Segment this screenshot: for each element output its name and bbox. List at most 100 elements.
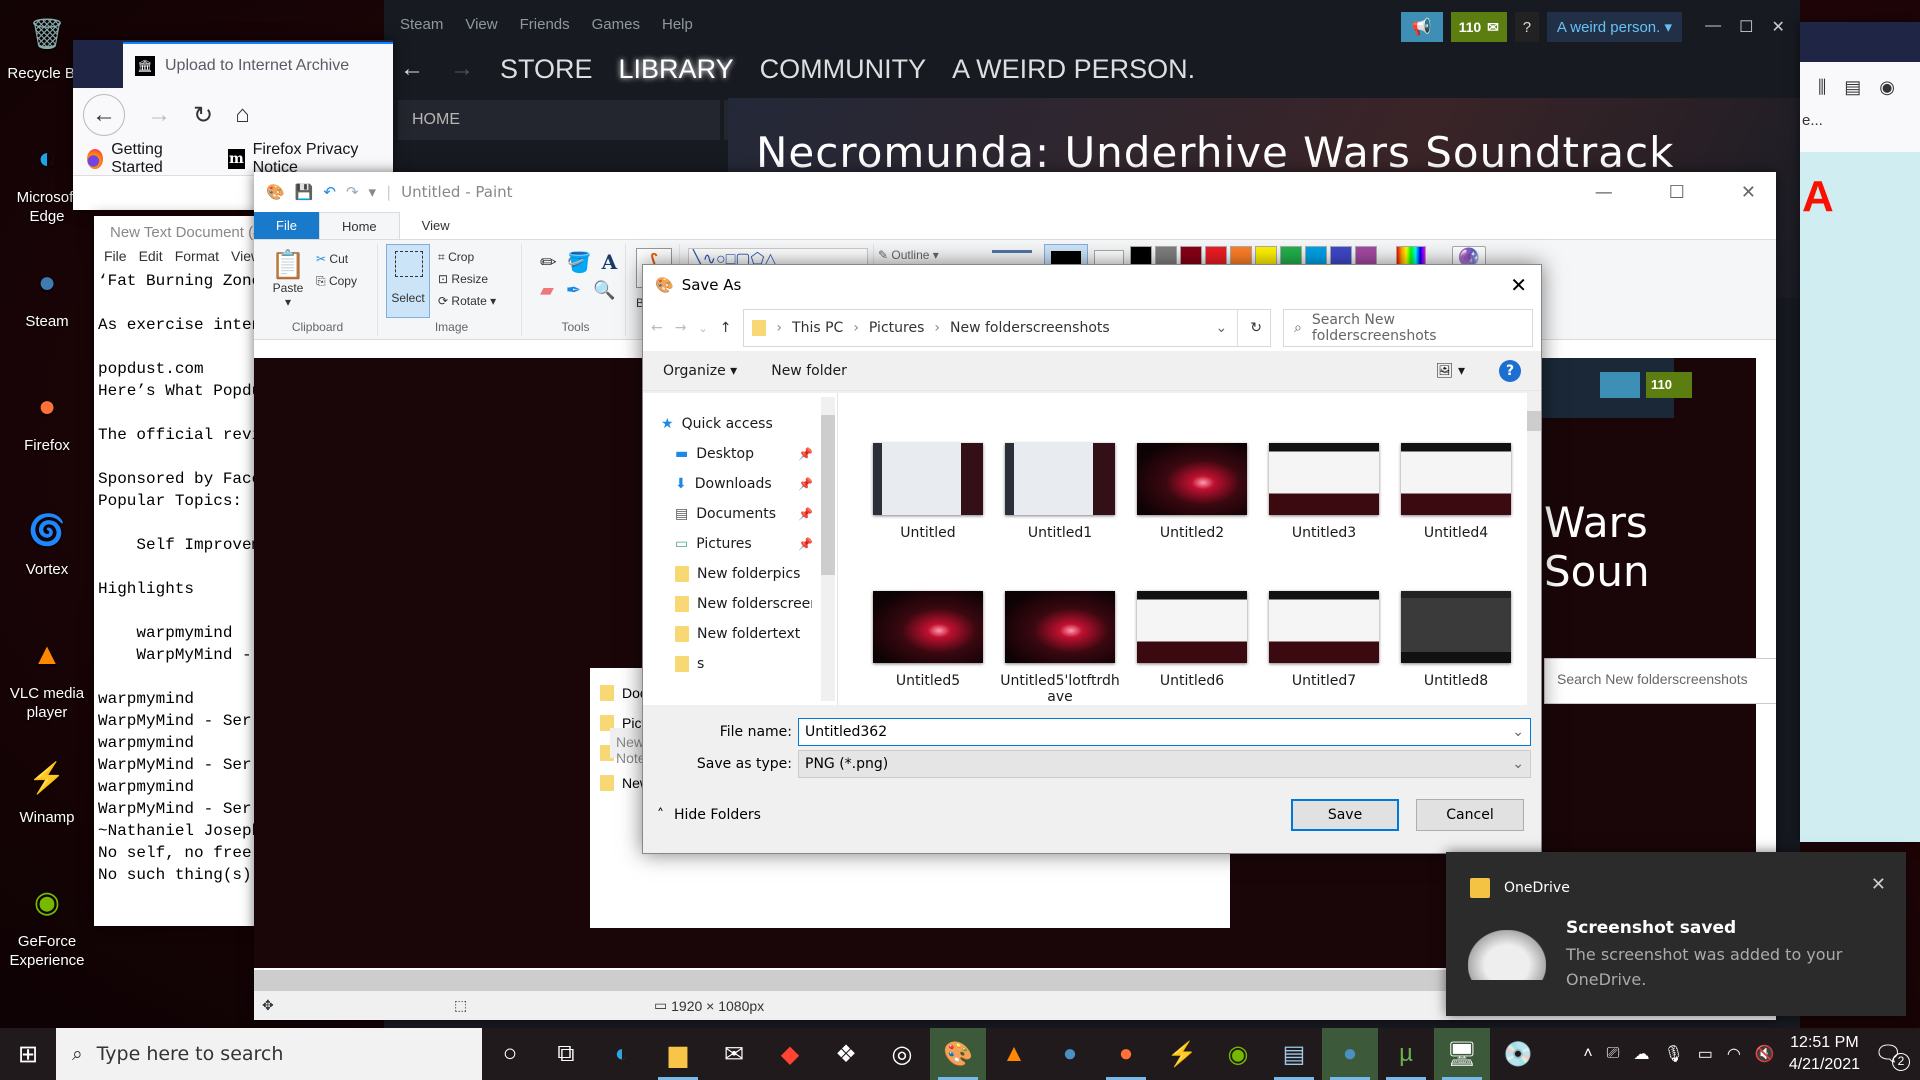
taskbar-steam-active[interactable]: ●	[1322, 1028, 1378, 1080]
back-icon[interactable]: ←	[400, 55, 424, 83]
desktop-icon-winamp[interactable]: ⚡ Winamp	[2, 752, 92, 827]
notepad-text[interactable]: ‘Fat Burning Zone As exercise intensity …	[94, 270, 264, 886]
sidebar-icon[interactable]: ▤	[1844, 77, 1861, 98]
magnifier-icon[interactable]: 🔍	[593, 280, 615, 301]
file-item[interactable]: Untitled	[862, 443, 994, 591]
eraser-icon[interactable]: ▰	[540, 280, 554, 301]
select-button[interactable]: Select	[386, 244, 430, 318]
close-icon[interactable]: ✕	[1741, 182, 1756, 203]
file-scrollbar[interactable]	[1527, 393, 1541, 705]
organize-button[interactable]: Organize ▾	[663, 363, 737, 379]
desktop-icon-steam[interactable]: ● Steam	[2, 256, 92, 331]
search-input[interactable]: ⌕ Search New folderscreenshots	[1283, 309, 1533, 347]
menu-file[interactable]: File	[104, 248, 127, 270]
undo-icon[interactable]: ↶	[323, 183, 336, 201]
taskbar-steam[interactable]: ●	[1042, 1028, 1098, 1080]
volume-muted-icon[interactable]: 🔇	[1755, 1044, 1775, 1064]
tab-home[interactable]: Home	[318, 212, 400, 239]
back-button[interactable]: ←	[83, 94, 125, 136]
save-button[interactable]: Save	[1291, 799, 1399, 831]
taskbar-setup2[interactable]: 💿	[1490, 1028, 1546, 1080]
library-icon[interactable]: ⫼	[1818, 77, 1826, 98]
pencil-icon[interactable]: ✏	[540, 250, 557, 275]
taskbar-utorrent[interactable]: µ	[1378, 1028, 1434, 1080]
copy-button[interactable]: ⎘ Copy	[316, 274, 357, 289]
fill-icon[interactable]: 🪣	[567, 250, 592, 275]
cut-button[interactable]: ✂ Cut	[316, 252, 348, 266]
taskbar-vlc[interactable]: ▲	[986, 1028, 1042, 1080]
address-dropdown-icon[interactable]: ⌄	[1216, 320, 1228, 336]
close-icon[interactable]: ✕	[1771, 17, 1784, 37]
taskbar-search[interactable]: ⌕ Type here to search	[56, 1028, 482, 1080]
redo-icon[interactable]: ↷	[346, 183, 359, 201]
steam-menu-games[interactable]: Games	[592, 16, 640, 33]
nav-item-s[interactable]: s	[643, 649, 837, 679]
task-view-button[interactable]: ⧉	[538, 1028, 594, 1080]
outline-button[interactable]: ✎ Outline ▾	[878, 248, 939, 262]
forward-icon[interactable]: →	[675, 320, 687, 336]
nav-item-desktop[interactable]: ▬ Desktop 📌	[643, 439, 837, 469]
crumb-pictures[interactable]: Pictures	[869, 320, 924, 336]
taskbar-paint[interactable]: 🎨	[930, 1028, 986, 1080]
minimize-icon[interactable]: —	[1705, 17, 1721, 37]
help-icon[interactable]: ?	[1499, 359, 1521, 382]
nav-item-new-folderpics[interactable]: New folderpics	[643, 559, 837, 589]
clock[interactable]: 12:51 PM 4/21/2021	[1789, 1032, 1860, 1076]
notifications-button[interactable]: 110 ✉	[1450, 12, 1507, 42]
nav-profile[interactable]: A WEIRD PERSON.	[952, 54, 1195, 85]
user-menu[interactable]: A weird person. ▾	[1546, 12, 1682, 42]
steam-menu-help[interactable]: Help	[662, 16, 693, 33]
nav-item-new-folderscreenshots[interactable]: New folderscreenshots	[643, 589, 837, 619]
desktop-icon-vortex[interactable]: 🌀 Vortex	[2, 504, 92, 579]
close-icon[interactable]: ✕	[1510, 273, 1541, 297]
back-icon[interactable]: ←	[651, 320, 663, 336]
nav-item-pictures[interactable]: ▭ Pictures 📌	[643, 529, 837, 559]
file-name-input[interactable]: Untitled362 ⌄	[798, 718, 1531, 746]
save-type-select[interactable]: PNG (*.png) ⌄	[798, 750, 1531, 778]
battery-icon[interactable]: ▭	[1698, 1044, 1713, 1064]
account-icon[interactable]: ◉	[1879, 77, 1895, 98]
recent-dropdown-icon[interactable]: ⌄	[698, 322, 707, 335]
taskbar-winamp[interactable]: ⚡	[1154, 1028, 1210, 1080]
address-bar[interactable]: › This PC › Pictures › New folderscreenshot…	[743, 309, 1271, 347]
action-center-button[interactable]: 🗨 2	[1874, 1041, 1910, 1071]
nav-store[interactable]: STORE	[500, 54, 593, 85]
up-icon[interactable]: ↑	[720, 320, 732, 336]
desktop-icon-firefox[interactable]: ● Firefox	[2, 380, 92, 455]
home-button[interactable]: ⌂	[235, 101, 250, 129]
nav-item-new-foldertext[interactable]: New foldertext	[643, 619, 837, 649]
steam-menu-view[interactable]: View	[465, 16, 497, 33]
wifi-icon[interactable]: ◠	[1727, 1044, 1741, 1064]
crumb-current-folder[interactable]: New folderscreenshots	[950, 320, 1110, 336]
nav-community[interactable]: COMMUNITY	[760, 54, 926, 85]
nav-library[interactable]: LIBRARY	[619, 54, 734, 85]
menu-format[interactable]: Format	[175, 248, 219, 270]
taskbar-dropbox[interactable]: ❖	[818, 1028, 874, 1080]
cortana-button[interactable]: ○	[482, 1028, 538, 1080]
taskbar-file-explorer[interactable]: ▆	[650, 1028, 706, 1080]
cancel-button[interactable]: Cancel	[1416, 799, 1524, 831]
close-icon[interactable]: ✕	[1871, 874, 1886, 895]
steam-menu-friends[interactable]: Friends	[520, 16, 570, 33]
save-icon[interactable]: 💾	[295, 183, 314, 201]
bookmark-getting-started[interactable]: Getting Started	[87, 141, 198, 177]
tab-view[interactable]: View	[400, 212, 472, 239]
view-options-icon[interactable]: 🖼 ▾	[1436, 363, 1465, 379]
hide-folders-button[interactable]: ˄ Hide Folders	[657, 807, 761, 823]
taskbar-notepad[interactable]: ▤	[1266, 1028, 1322, 1080]
chevron-up-icon[interactable]: ˄	[1583, 1045, 1592, 1063]
onedrive-tray-icon[interactable]: ☁	[1633, 1044, 1649, 1064]
forward-button[interactable]: →	[147, 101, 171, 129]
desktop-icon-geforce-experience[interactable]: ◉ GeForce Experience	[2, 876, 92, 970]
crumb-this-pc[interactable]: This PC	[792, 320, 843, 336]
file-item[interactable]: Untitled1	[994, 443, 1126, 591]
new-folder-button[interactable]: New folder	[771, 363, 847, 379]
microphone-icon[interactable]: 🎙	[1663, 1044, 1683, 1064]
steam-home-button[interactable]: HOME	[398, 100, 720, 140]
onedrive-toast[interactable]: OneDrive ✕ Screenshot saved The screensh…	[1446, 852, 1906, 1016]
nav-item-documents[interactable]: ▤ Documents 📌	[643, 499, 837, 529]
maximize-icon[interactable]: ☐	[1669, 182, 1685, 203]
taskbar-firefox[interactable]: ●	[1098, 1028, 1154, 1080]
broadcast-button[interactable]: 📢	[1400, 12, 1443, 42]
refresh-icon[interactable]: ↻	[1237, 310, 1262, 346]
